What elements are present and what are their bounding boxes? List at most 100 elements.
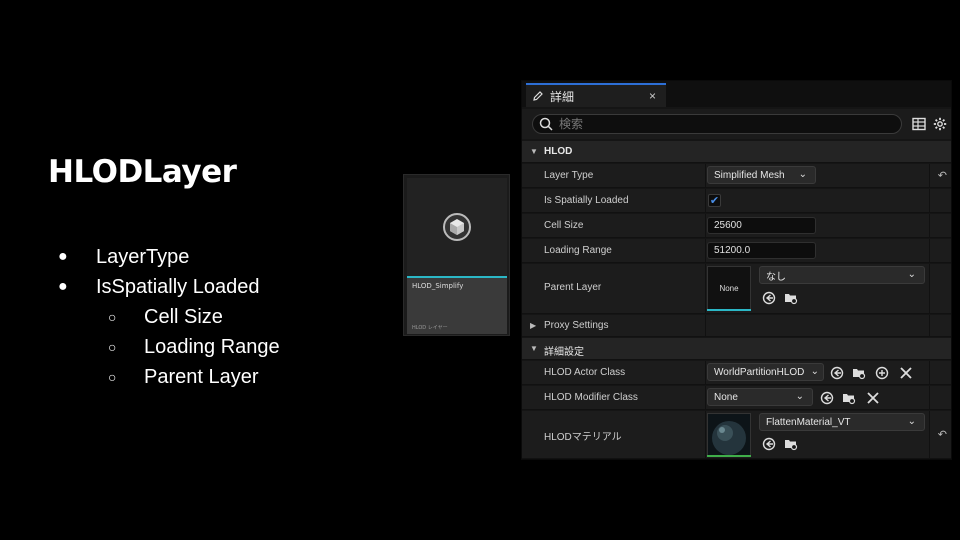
hlod-actor-class-dropdown[interactable]: WorldPartitionHLOD ⌄ [707,363,824,381]
property-label: Loading Range [544,245,612,256]
dropdown-value: なし [766,271,786,283]
column-divider [929,214,930,237]
category-label: HLOD [544,146,573,157]
asset-name: HLOD_Simplify [412,282,464,290]
reset-arrow-icon[interactable]: ↶ [938,428,947,441]
slide-title: HLODLayer [48,154,237,190]
asset-type-bar [707,309,751,311]
dropdown-value: FlattenMaterial_VT [766,416,851,428]
loading-range-input[interactable]: 51200.0 [707,242,816,259]
property-parent-layer: Parent Layer None なし ⌄ [522,264,951,314]
column-divider [705,239,706,262]
column-divider [705,411,706,458]
collapse-arrow-icon: ▼ [530,344,538,353]
search-box[interactable] [532,114,902,134]
column-divider [705,361,706,384]
asset-tile[interactable]: HLOD_Simplify HLOD レイヤー [403,174,510,336]
property-label: Layer Type [544,170,594,181]
tab-details[interactable]: 詳細 × [526,83,666,107]
property-label: HLOD Modifier Class [544,392,638,403]
bullet-mark: ● [58,278,68,295]
category-advanced[interactable]: ▼ 詳細設定 [522,338,951,360]
chevron-down-icon: ⌄ [795,391,804,402]
browse-back-icon[interactable] [820,391,834,405]
search-icon [539,117,553,131]
bullet-mark: ○ [108,339,117,355]
property-label: HLODマテリアル [544,432,622,443]
chevron-down-icon: ⌄ [810,366,819,377]
property-layer-type: Layer Type Simplified Mesh ⌄ ↶ [522,164,951,188]
browse-back-icon[interactable] [830,366,844,380]
column-divider [929,264,930,313]
browse-folder-icon[interactable] [784,291,798,305]
is-spatially-loaded-checkbox[interactable]: ✔ [708,194,721,207]
dropdown-value: WorldPartitionHLOD [714,366,805,378]
property-label: Cell Size [544,220,584,231]
bullet-text: IsSpatially Loaded [96,276,260,298]
browse-back-icon[interactable] [762,437,776,451]
asset-preview [407,178,507,276]
parent-layer-thumbnail[interactable]: None [707,266,751,310]
bullet-mark: ○ [108,369,117,385]
bullet-text: Loading Range [144,336,280,358]
bullet-text: Parent Layer [144,366,259,388]
tab-label: 詳細 [550,89,575,104]
column-divider [705,214,706,237]
table-view-icon[interactable] [912,117,926,131]
dropdown-value: None [714,391,738,403]
layer-type-dropdown[interactable]: Simplified Mesh ⌄ [707,166,816,184]
category-label: 詳細設定 [544,347,584,358]
browse-folder-icon[interactable] [784,437,798,451]
browse-folder-icon[interactable] [842,391,856,405]
category-hlod[interactable]: ▼ HLOD [522,141,951,163]
column-divider [929,386,930,409]
column-divider [705,264,706,313]
browse-folder-icon[interactable] [852,366,866,380]
pencil-icon [533,91,543,101]
clear-icon[interactable] [866,391,880,405]
asset-type-bar [707,455,751,457]
material-sphere-icon [708,414,750,456]
column-divider [929,361,930,384]
hlod-material-dropdown[interactable]: FlattenMaterial_VT ⌄ [759,413,925,431]
collapse-arrow-icon: ▼ [530,147,538,156]
add-icon[interactable] [875,366,889,380]
clear-icon[interactable] [899,366,913,380]
property-hlod-modifier-class: HLOD Modifier Class None ⌄ [522,386,951,410]
browse-back-icon[interactable] [762,291,776,305]
expand-arrow-icon: ▶ [530,321,537,330]
material-thumbnail[interactable] [707,413,751,457]
cell-size-input[interactable]: 25600 [707,217,816,234]
search-row [522,109,951,139]
bullet-mark: ● [58,248,68,265]
property-proxy-settings[interactable]: ▶ Proxy Settings [522,315,951,337]
bullet-text: LayerType [96,246,190,268]
property-label: HLOD Actor Class [544,367,626,378]
close-icon[interactable]: × [649,89,656,103]
chevron-down-icon: ⌄ [907,269,916,280]
cube-icon [443,213,471,241]
property-label: Is Spatially Loaded [544,195,629,206]
chevron-down-icon: ⌄ [907,416,916,427]
property-label: Proxy Settings [544,320,609,331]
property-label: Parent Layer [544,282,602,293]
column-divider [929,315,930,336]
bullet-mark: ○ [108,309,117,325]
column-divider [705,164,706,187]
column-divider [929,164,930,187]
gear-icon[interactable] [933,117,947,131]
reset-arrow-icon[interactable]: ↶ [938,169,947,182]
parent-layer-dropdown[interactable]: なし ⌄ [759,266,925,284]
property-is-spatially-loaded: Is Spatially Loaded ✔ [522,189,951,213]
column-divider [929,239,930,262]
column-divider [705,315,706,336]
chevron-down-icon: ⌄ [798,169,807,180]
checkmark-icon: ✔ [709,195,720,207]
dropdown-value: Simplified Mesh [714,169,785,181]
property-hlod-material: HLODマテリアル FlattenMaterial_VT ⌄ ↶ [522,411,951,459]
hlod-modifier-class-dropdown[interactable]: None ⌄ [707,388,813,406]
sub-bullet-item: ○ Loading Range [58,332,280,362]
search-input[interactable] [559,117,859,131]
column-divider [929,411,930,458]
column-divider [705,189,706,212]
